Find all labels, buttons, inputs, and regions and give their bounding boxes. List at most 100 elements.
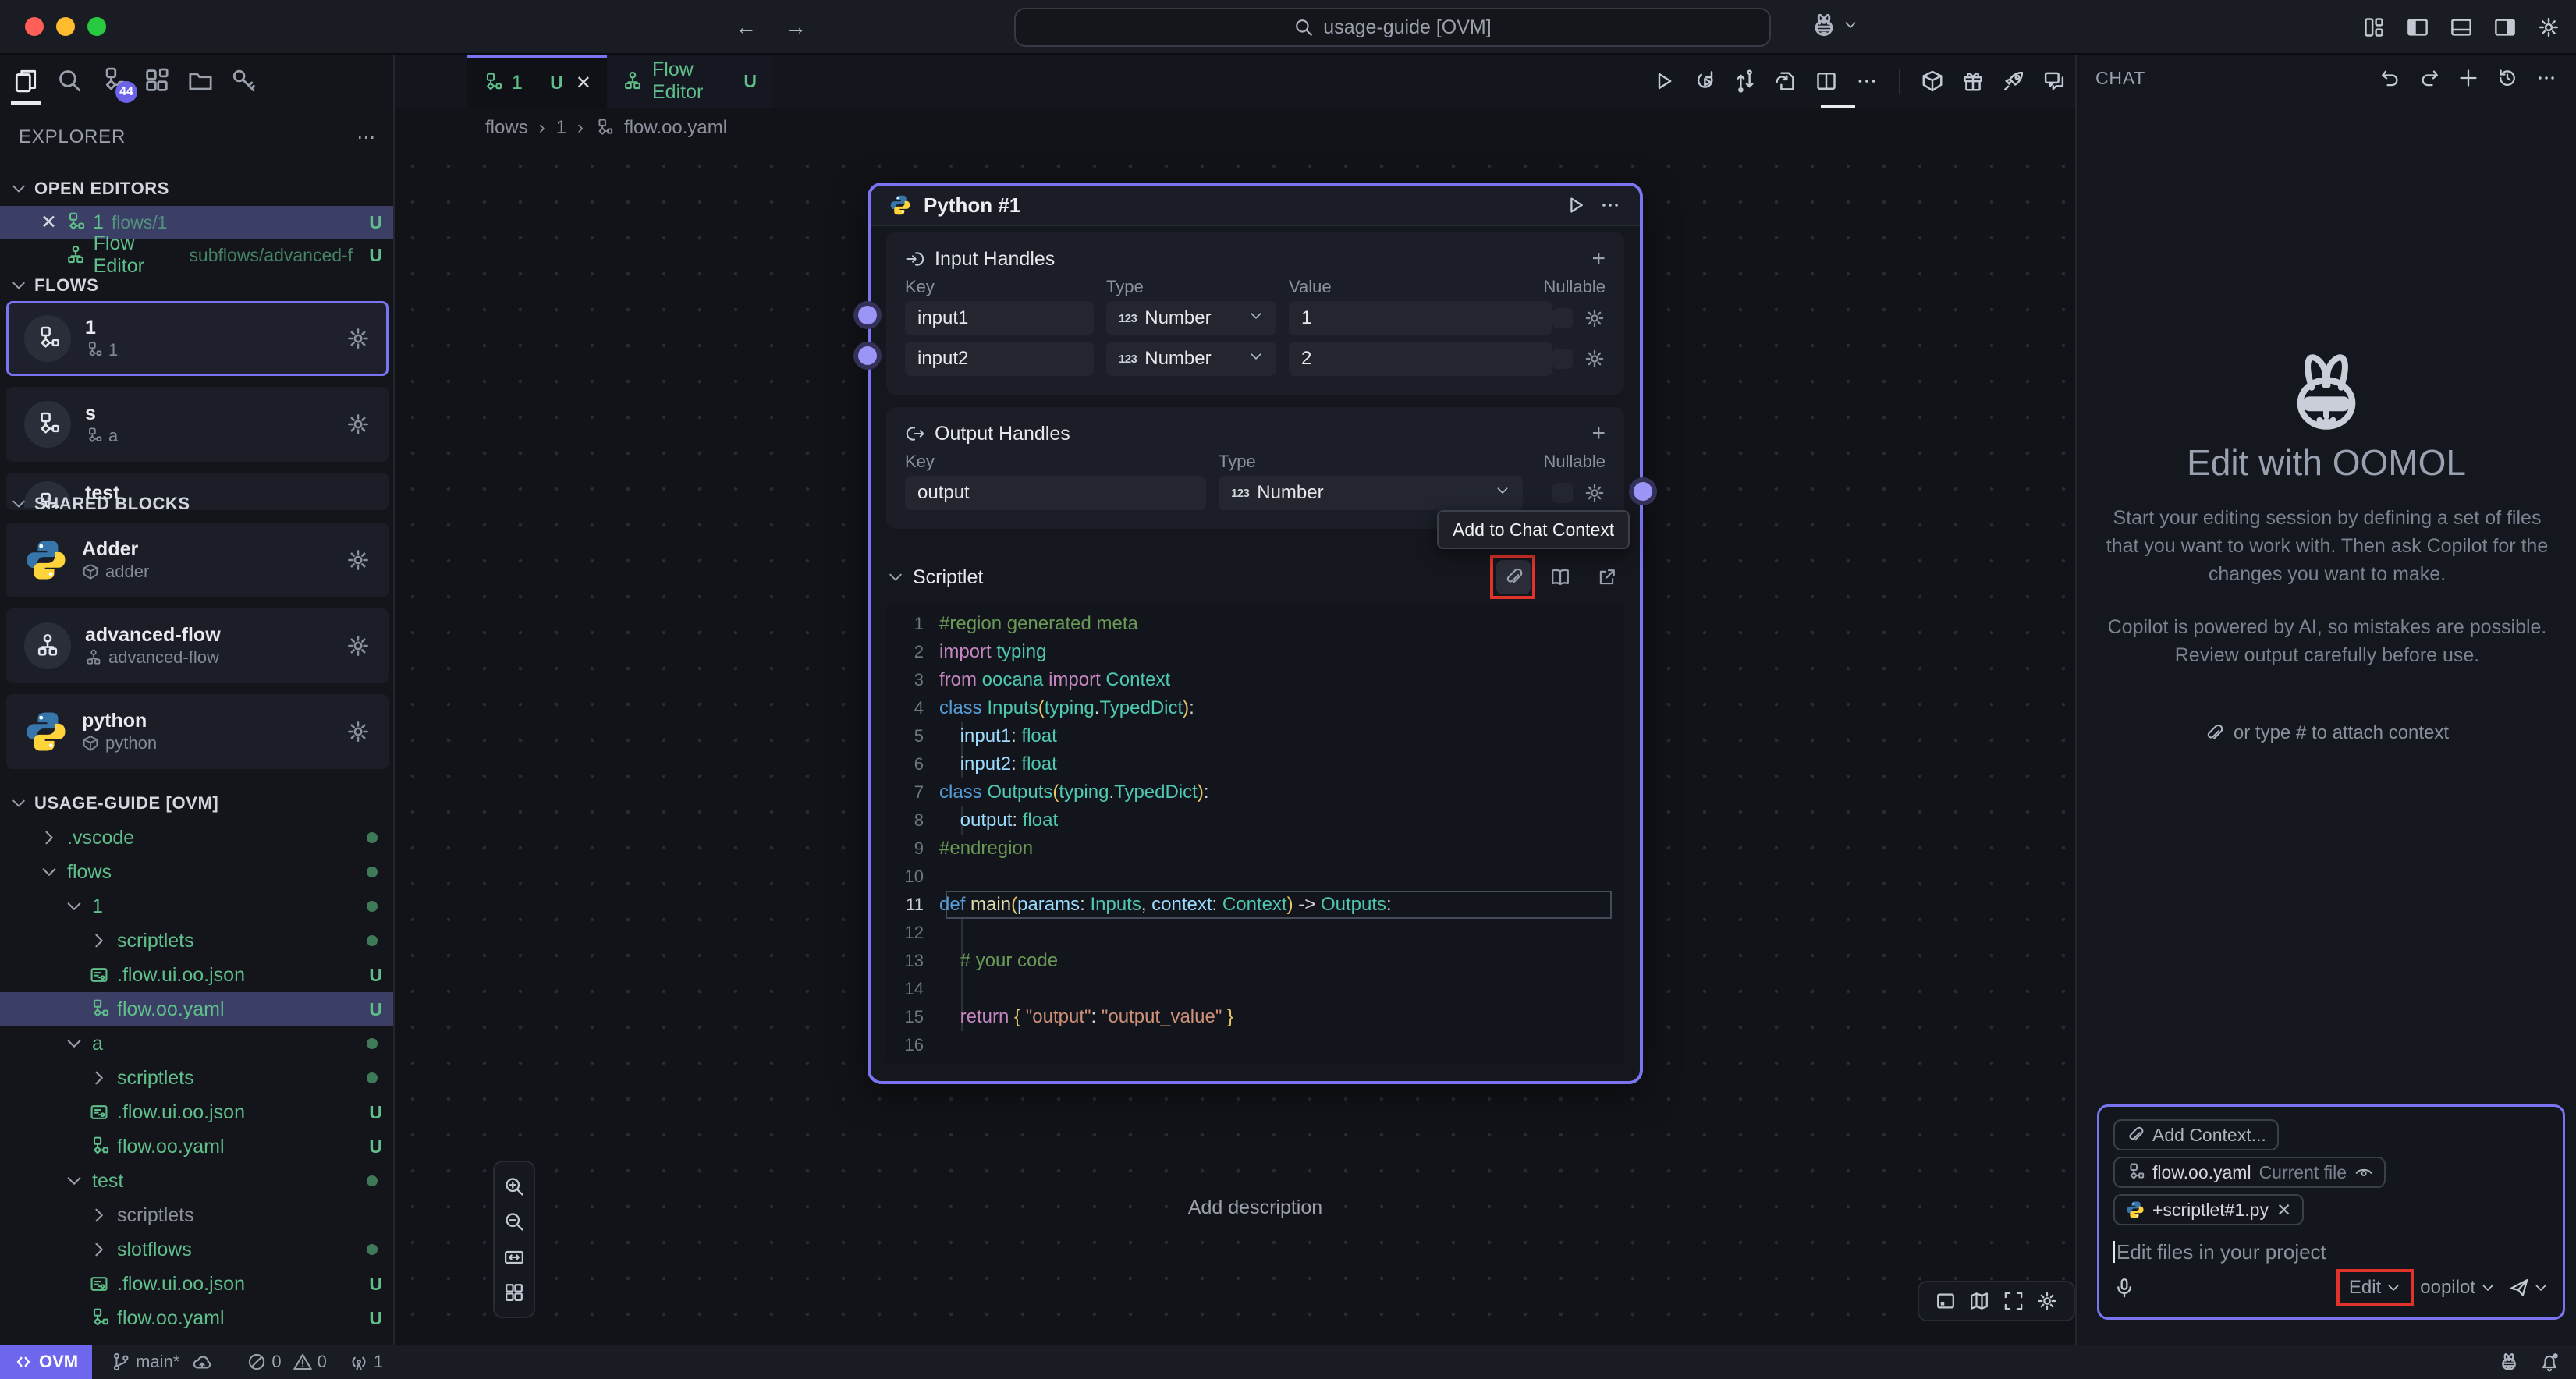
node-more-icon[interactable]: [1599, 194, 1621, 216]
gear-icon[interactable]: [1584, 482, 1606, 504]
file-redo-icon[interactable]: [1774, 69, 1797, 93]
gear-icon[interactable]: [346, 412, 371, 437]
fit-icon[interactable]: [503, 1246, 525, 1268]
open-editor-row[interactable]: ✕1flows/1U: [0, 206, 395, 239]
shared-block-card-Adder[interactable]: Adderadder: [6, 523, 389, 597]
code-line-2[interactable]: 2import typing: [886, 638, 1624, 666]
gear-icon[interactable]: [1584, 348, 1606, 370]
type-select[interactable]: 123Number: [1219, 476, 1523, 510]
tree-item-slotflows[interactable]: slotflows: [0, 1232, 395, 1267]
code-line-16[interactable]: 16: [886, 1031, 1624, 1059]
input1-connection-handle[interactable]: [858, 306, 877, 324]
output-connection-handle[interactable]: [1634, 482, 1652, 501]
code-line-11[interactable]: 11def main(params: Inputs, context: Cont…: [886, 891, 1624, 919]
gear-icon[interactable]: [346, 719, 371, 744]
code-line-8[interactable]: 8 output: float: [886, 806, 1624, 835]
shared-block-card-advanced-flow[interactable]: advanced-flowadvanced-flow: [6, 608, 389, 683]
ports-indicator[interactable]: 1: [349, 1352, 383, 1372]
chat-bubbles-icon[interactable]: [2042, 69, 2066, 93]
rocket-icon[interactable]: [2002, 69, 2025, 93]
debug-rerun-icon[interactable]: [1693, 69, 1716, 93]
command-center-search[interactable]: usage-guide [OVM]: [1014, 8, 1771, 47]
chat-ellipsis-icon[interactable]: [2535, 67, 2557, 89]
open-docs-button[interactable]: [1543, 560, 1577, 594]
code-line-10[interactable]: 10: [886, 863, 1624, 891]
branch-indicator[interactable]: main*: [111, 1352, 212, 1372]
shared-blocks-section-header[interactable]: SHARED BLOCKS: [0, 488, 395, 519]
tree-item-scriptlets[interactable]: scriptlets: [0, 1061, 395, 1095]
tree-item-.flow.ui.oo.json[interactable]: .flow.ui.oo.jsonU: [0, 1267, 395, 1301]
gear-icon[interactable]: [1584, 307, 1606, 329]
tree-item-.flow.ui.oo.json[interactable]: .flow.ui.oo.jsonU: [0, 958, 395, 992]
map-icon[interactable]: [1968, 1290, 1990, 1312]
shared-block-card-python[interactable]: pythonpython: [6, 694, 389, 769]
tree-item-.flow.ui.oo.json[interactable]: .flow.ui.oo.jsonU: [0, 1095, 395, 1129]
breadcrumb-folder[interactable]: 1: [556, 117, 566, 139]
oomol-rabbit-icon[interactable]: [2498, 1351, 2520, 1373]
close-window-button[interactable]: [25, 17, 44, 36]
tree-item-flow.oo.yaml[interactable]: flow.oo.yamlU: [0, 1301, 395, 1335]
activity-search-button[interactable]: [56, 67, 83, 94]
scriptlet-section-header[interactable]: Scriptlet: [886, 557, 1624, 597]
key-input[interactable]: input1: [905, 301, 1094, 335]
flow-canvas[interactable]: Python #1 Input Handles + Key Type Value: [395, 148, 2075, 1345]
breadcrumb-folder[interactable]: flows: [485, 117, 528, 139]
add-output-icon[interactable]: +: [1591, 420, 1606, 447]
tree-item-flow.oo.yaml[interactable]: flow.oo.yamlU: [0, 1129, 395, 1164]
add-to-chat-context-button[interactable]: [1496, 560, 1531, 594]
add-description-button[interactable]: Add description: [868, 1196, 1643, 1219]
run-node-icon[interactable]: [1565, 194, 1587, 216]
chat-history-icon[interactable]: [2496, 67, 2518, 89]
breadcrumb[interactable]: flows › 1 › flow.oo.yaml: [485, 108, 727, 148]
code-line-3[interactable]: 3from oocana import Context: [886, 666, 1624, 694]
tab-flow-1[interactable]: 1 U ✕: [467, 55, 607, 108]
breadcrumb-file[interactable]: flow.oo.yaml: [624, 117, 727, 139]
gear-icon[interactable]: [2036, 1290, 2058, 1312]
tree-item-scriptlets[interactable]: scriptlets: [0, 923, 395, 958]
input2-connection-handle[interactable]: [858, 346, 877, 365]
notifications-bell-icon[interactable]: [2539, 1351, 2560, 1373]
open-editors-section-header[interactable]: OPEN EDITORS: [0, 173, 395, 204]
nullable-checkbox[interactable]: [1552, 308, 1573, 328]
add-input-icon[interactable]: +: [1591, 246, 1606, 272]
gear-icon[interactable]: [346, 548, 371, 573]
split-icon[interactable]: [1815, 69, 1838, 93]
play-icon[interactable]: [1652, 69, 1676, 93]
minimize-window-button[interactable]: [56, 17, 75, 36]
zoom-out-icon[interactable]: [503, 1211, 525, 1232]
flow-card-s[interactable]: sa: [6, 387, 389, 462]
python-node[interactable]: Python #1 Input Handles + Key Type Value: [868, 183, 1643, 1084]
flows-section-header[interactable]: FLOWS: [0, 270, 395, 301]
gear-icon[interactable]: [346, 326, 371, 351]
activity-blocks-button[interactable]: [144, 67, 170, 94]
tree-item-.vscode[interactable]: .vscode: [0, 821, 395, 855]
code-line-7[interactable]: 7class Outputs(typing.TypedDict):: [886, 778, 1624, 806]
scriptlet-code-editor[interactable]: 1#region generated meta2import typing3fr…: [886, 604, 1624, 1065]
code-line-1[interactable]: 1#region generated meta: [886, 610, 1624, 638]
nullable-checkbox[interactable]: [1552, 349, 1573, 369]
problems-indicator[interactable]: 0 0: [247, 1352, 327, 1372]
node-header[interactable]: Python #1: [871, 186, 1640, 226]
flow-card-1[interactable]: 11: [6, 301, 389, 376]
close-tab-icon[interactable]: ✕: [576, 72, 591, 94]
type-select[interactable]: 123Number: [1106, 342, 1276, 376]
code-line-6[interactable]: 6 input2: float: [886, 750, 1624, 778]
grid-four-icon[interactable]: [503, 1282, 525, 1303]
zoom-in-icon[interactable]: [503, 1175, 525, 1197]
panel-right-icon[interactable]: [2493, 16, 2517, 39]
remove-chip-icon[interactable]: ✕: [2276, 1200, 2291, 1221]
close-editor-icon[interactable]: ✕: [41, 211, 57, 234]
tree-item-a[interactable]: a: [0, 1026, 395, 1061]
code-line-9[interactable]: 9#endregion: [886, 835, 1624, 863]
box-icon[interactable]: [1921, 69, 1944, 93]
model-picker[interactable]: oopilot: [2420, 1277, 2496, 1299]
workspace-section-header[interactable]: USAGE-GUIDE [OVM]: [0, 788, 395, 819]
tree-item-flow.oo.yaml[interactable]: flow.oo.yamlU: [0, 992, 395, 1026]
eye-icon[interactable]: [2354, 1163, 2373, 1182]
chat-input-box[interactable]: Add Context... flow.oo.yaml Current file…: [2097, 1104, 2565, 1320]
activity-flow-button[interactable]: 44: [100, 67, 126, 94]
code-line-13[interactable]: 13 # your code: [886, 947, 1624, 975]
copilot-menu[interactable]: [1810, 11, 1858, 39]
window-controls[interactable]: [25, 17, 106, 36]
code-line-4[interactable]: 4class Inputs(typing.TypedDict):: [886, 694, 1624, 722]
